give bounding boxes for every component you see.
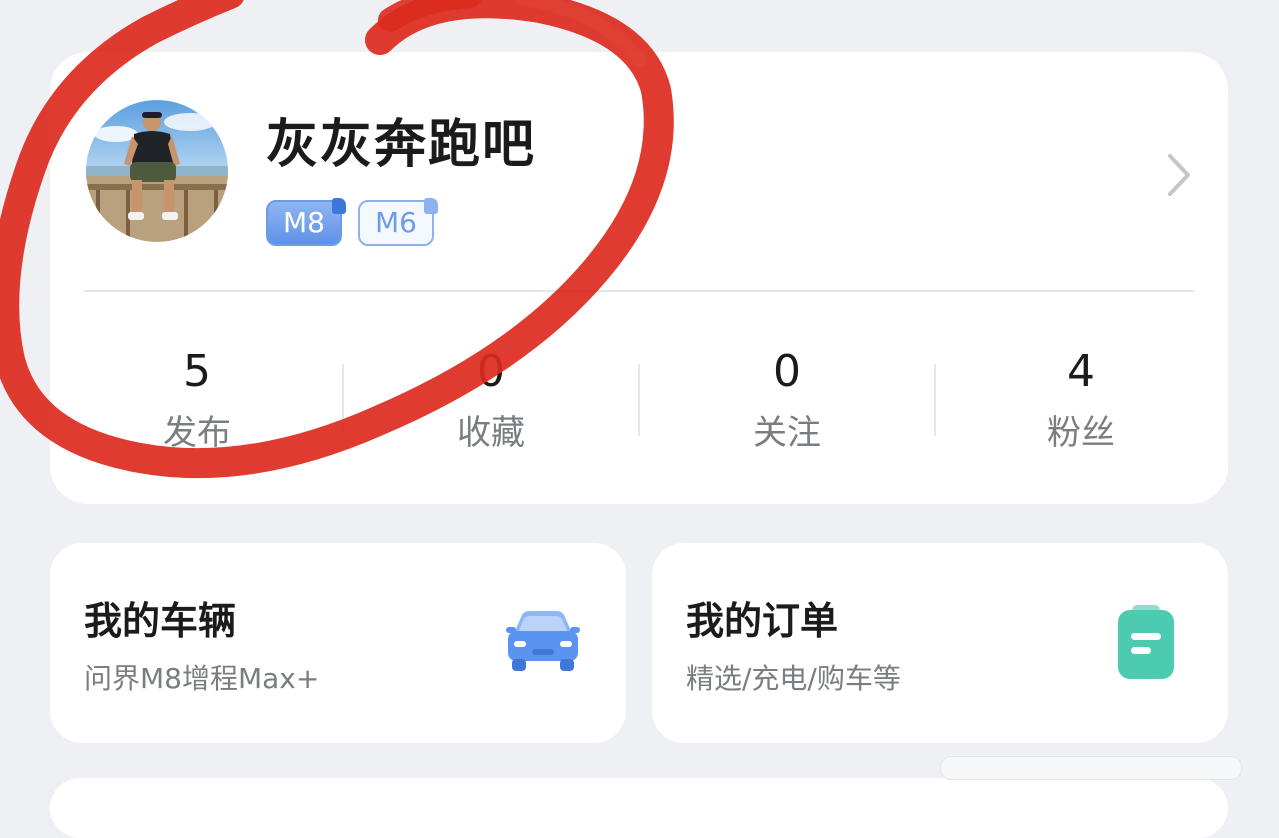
badge-label: M6	[375, 206, 417, 239]
stat-favorites[interactable]: 0 收藏	[344, 342, 638, 460]
card-subtitle: 问界M8增程Max+	[84, 662, 320, 695]
stat-value: 4	[1067, 346, 1095, 397]
divider	[84, 290, 1194, 292]
stat-value: 0	[773, 346, 801, 397]
chevron-right-icon[interactable]	[1160, 150, 1196, 200]
username: 灰灰奔跑吧	[266, 115, 537, 175]
avatar-photo	[86, 100, 228, 242]
my-vehicle-card[interactable]: 我的车辆 问界M8增程Max+	[50, 543, 626, 743]
car-badge-m6[interactable]: M6	[358, 198, 438, 246]
my-orders-card[interactable]: 我的订单 精选/充电/购车等	[652, 543, 1228, 743]
profile-card[interactable]: 灰灰奔跑吧 M8 M6 5 发布 0 收藏 0 关注 4 粉丝	[50, 52, 1228, 504]
stat-value: 0	[477, 346, 505, 397]
bottom-card[interactable]	[50, 778, 1228, 838]
stat-label: 发布	[163, 413, 231, 453]
badge-tab-icon	[332, 198, 346, 214]
stat-following[interactable]: 0 关注	[640, 342, 934, 460]
stat-label: 收藏	[457, 413, 525, 453]
stat-value: 5	[183, 346, 211, 397]
car-badge-m8[interactable]: M8	[266, 198, 346, 246]
order-list-icon	[1118, 605, 1174, 679]
badge-label: M8	[283, 206, 325, 239]
stat-followers[interactable]: 4 粉丝	[934, 342, 1228, 460]
home-indicator[interactable]	[940, 756, 1242, 780]
card-subtitle: 精选/充电/购车等	[686, 662, 901, 695]
stat-posts[interactable]: 5 发布	[50, 342, 344, 460]
stat-label: 关注	[753, 413, 821, 453]
card-title: 我的车辆	[84, 599, 237, 643]
badge-tab-icon	[424, 198, 438, 214]
stat-label: 粉丝	[1047, 413, 1115, 453]
car-icon	[506, 611, 580, 671]
card-title: 我的订单	[686, 599, 839, 643]
avatar[interactable]	[86, 100, 228, 242]
